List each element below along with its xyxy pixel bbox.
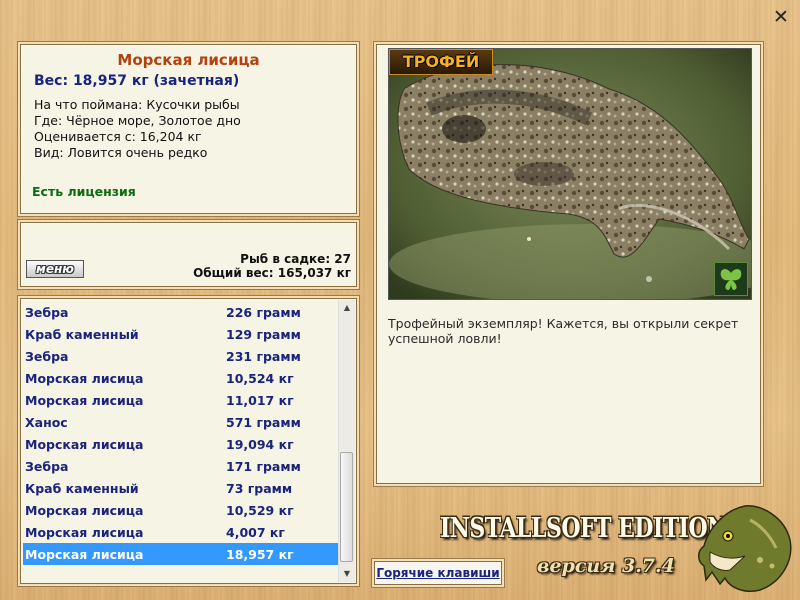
keepnet-stats-panel: меню Рыб в садке: 27 Общий вес: 165,037 …	[20, 222, 357, 287]
catch-item-weight: 19,094 кг	[226, 437, 294, 452]
catch-list-item[interactable]: Морская лисица 11,017 кг	[23, 389, 339, 411]
catch-list-item[interactable]: Морская лисица 10,524 кг	[23, 367, 339, 389]
hotkeys-button[interactable]: Горячие клавиши	[374, 561, 502, 585]
catch-item-weight: 11,017 кг	[226, 393, 294, 408]
catch-item-name: Морская лисица	[25, 547, 144, 562]
catch-item-name: Краб каменный	[25, 327, 139, 342]
fish-photo: ТРОФЕЙ	[388, 48, 752, 300]
fish-count: Рыб в садке: 27	[240, 252, 351, 266]
catch-item-weight: 10,529 кг	[226, 503, 294, 518]
catch-item-weight: 18,957 кг	[226, 547, 294, 562]
trophy-badge: ТРОФЕЙ	[389, 49, 493, 75]
catch-item-name: Морская лисица	[25, 437, 144, 452]
catch-item-name: Зебра	[25, 349, 69, 364]
trophy-badge-label: ТРОФЕЙ	[402, 52, 480, 71]
catch-item-name: Морская лисица	[25, 371, 144, 386]
catch-item-name: Зебра	[25, 305, 69, 320]
scroll-down-button[interactable]: ▼	[339, 566, 355, 582]
bait-info: На что поймана: Кусочки рыбы	[34, 97, 240, 112]
trophy-panel: ТРОФЕЙ Трофейный экземпляр! Кажется, вы …	[376, 44, 761, 484]
valued-info: Оценивается с: 16,204 кг	[34, 129, 202, 144]
catch-list-item[interactable]: Зебра 226 грамм	[23, 301, 339, 323]
total-weight: Общий вес: 165,037 кг	[193, 266, 351, 280]
fish-weight: Вес: 18,957 кг (зачетная)	[34, 73, 240, 89]
catch-item-name: Морская лисица	[25, 525, 144, 540]
catch-list-item[interactable]: Зебра 171 грамм	[23, 455, 339, 477]
catch-item-name: Краб каменный	[25, 481, 139, 496]
catch-list-item[interactable]: Зебра 231 грамм	[23, 345, 339, 367]
catch-item-name: Морская лисица	[25, 393, 144, 408]
angel-shark-image	[389, 49, 751, 299]
butterfly-icon	[714, 262, 748, 296]
catch-list[interactable]: Зебра 226 грамм Краб каменный 129 грамм Зебр…	[23, 301, 339, 565]
scrollbar[interactable]: ▲ ▼	[338, 300, 355, 582]
pike-logo	[698, 505, 792, 592]
fishing-game-window: { "fish": { "name": "Морская лисица", "w…	[0, 0, 800, 600]
catch-item-name: Ханос	[25, 415, 68, 430]
catch-list-item[interactable]: Морская лисица 10,529 кг	[23, 499, 339, 521]
catch-item-weight: 129 грамм	[226, 327, 301, 342]
kind-info: Вид: Ловится очень редко	[34, 145, 208, 160]
catch-item-name: Морская лисица	[25, 503, 144, 518]
brand-title: INSTALLSOFT EDITION	[440, 511, 727, 545]
scroll-up-button[interactable]: ▲	[339, 300, 355, 316]
version-label: версия 3.7.4	[537, 555, 675, 577]
license-status: Есть лицензия	[32, 184, 136, 199]
catch-item-weight: 571 грамм	[226, 415, 301, 430]
menu-button[interactable]: меню	[26, 260, 84, 278]
fish-info-panel: Морская лисица Вес: 18,957 кг (зачетная)…	[20, 44, 357, 214]
place-info: Где: Чёрное море, Золотое дно	[34, 113, 241, 128]
fish-name: Морская лисица	[117, 51, 260, 69]
catch-list-item[interactable]: Морская лисица 18,957 кг	[23, 543, 339, 565]
catch-item-name: Зебра	[25, 459, 69, 474]
catch-list-item[interactable]: Краб каменный 73 грамм	[23, 477, 339, 499]
catch-list-panel: Зебра 226 грамм Краб каменный 129 грамм Зебр…	[20, 298, 357, 584]
catch-list-item[interactable]: Краб каменный 129 грамм	[23, 323, 339, 345]
close-button[interactable]: ✕	[771, 7, 791, 27]
catch-item-weight: 171 грамм	[226, 459, 301, 474]
catch-item-weight: 4,007 кг	[226, 525, 285, 540]
catch-item-weight: 73 грамм	[226, 481, 293, 496]
catch-item-weight: 226 грамм	[226, 305, 301, 320]
catch-list-item[interactable]: Ханос 571 грамм	[23, 411, 339, 433]
trophy-caption: Трофейный экземпляр! Кажется, вы открыли…	[388, 316, 739, 346]
catch-item-weight: 10,524 кг	[226, 371, 294, 386]
catch-list-item[interactable]: Морская лисица 4,007 кг	[23, 521, 339, 543]
close-icon[interactable]: ✕	[773, 6, 789, 28]
scroll-thumb[interactable]	[340, 452, 353, 562]
catch-item-weight: 231 грамм	[226, 349, 301, 364]
catch-list-item[interactable]: Морская лисица 19,094 кг	[23, 433, 339, 455]
